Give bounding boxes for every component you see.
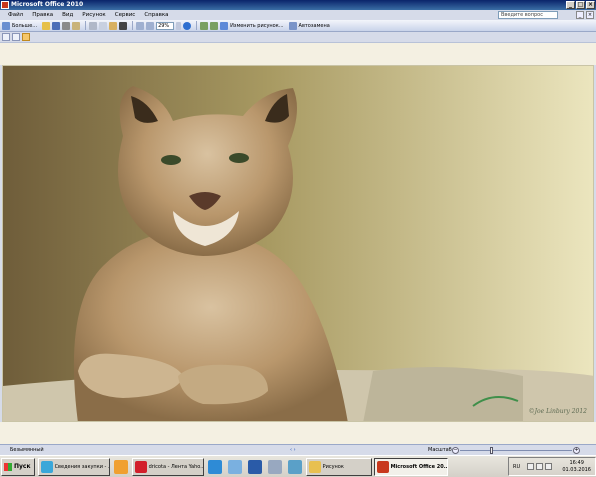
doc-close-button[interactable]: × <box>586 11 594 19</box>
doc-controls: _ × <box>576 11 594 19</box>
view-toolbar <box>0 32 596 42</box>
task-office-picture-manager-icon <box>376 460 389 473</box>
window-title: Microsoft Office 2010 <box>11 1 84 8</box>
zoom-track[interactable] <box>460 450 572 451</box>
ask-question-input[interactable]: Введите вопрос <box>498 11 558 19</box>
zoom-select[interactable]: 29% <box>156 21 175 30</box>
print-icon[interactable] <box>62 21 71 30</box>
start-label: Пуск <box>14 463 31 470</box>
close-button[interactable]: × <box>586 1 595 9</box>
menu-file[interactable]: Файл <box>8 12 23 18</box>
taskbar: Пуск Сведения закупки - ... dricota - Лен… <box>0 455 596 477</box>
task-calc-icon <box>287 459 302 474</box>
help-icon[interactable] <box>183 21 192 30</box>
minimize-button[interactable]: _ <box>566 1 575 9</box>
picture-canvas[interactable]: ©Joe Linbury 2012 <box>2 65 594 422</box>
task-label: Рисунок <box>322 463 344 470</box>
task-explorer[interactable] <box>266 458 284 476</box>
cougar-photo <box>3 66 593 421</box>
toolbar-separator <box>85 21 87 30</box>
task-outlook-icon <box>113 459 128 474</box>
standard-toolbar: Больше... 29% Изменить рисунок... Автоза… <box>0 20 596 32</box>
clock[interactable]: 16:49 01.03.2016 <box>562 460 591 474</box>
mail-icon[interactable] <box>72 21 81 30</box>
menu-picture[interactable]: Рисунок <box>82 12 105 18</box>
volume-icon[interactable] <box>545 463 552 470</box>
task-label: Сведения закупки - ... <box>54 463 110 470</box>
task-office-picture-manager[interactable]: Microsoft Office 20... <box>373 457 448 476</box>
task-folder-picture[interactable]: Рисунок <box>305 457 372 476</box>
edit-picture-icon[interactable] <box>220 21 229 30</box>
menu-edit[interactable]: Правка <box>32 12 53 18</box>
task-opera-icon <box>134 460 147 473</box>
zoom-slider[interactable]: − + <box>452 447 580 454</box>
task-tool[interactable] <box>226 458 244 476</box>
redo-icon[interactable] <box>146 21 155 30</box>
doc-minimize-button[interactable]: _ <box>576 11 584 19</box>
canvas-margin-top <box>0 42 596 65</box>
system-tray: RU 16:49 01.03.2016 <box>508 457 596 476</box>
task-word-icon <box>247 459 262 474</box>
task-list: Сведения закупки - ... dricota - Лента Ya… <box>37 457 450 476</box>
canvas-margin-bottom <box>0 422 596 444</box>
clock-time: 16:49 <box>569 460 584 466</box>
tray-icons <box>527 463 552 470</box>
autocorrect-icon[interactable] <box>288 21 297 30</box>
task-outlook[interactable] <box>112 458 130 476</box>
save-icon[interactable] <box>52 21 61 30</box>
task-chrome[interactable] <box>206 458 224 476</box>
rotate-right-icon[interactable] <box>210 21 219 30</box>
menu-help[interactable]: Справка <box>144 12 168 18</box>
zoom-in-icon[interactable]: + <box>573 447 580 454</box>
delete-icon[interactable] <box>119 21 128 30</box>
zoom-label: Масштаб: <box>428 447 454 453</box>
autocorrect-button[interactable]: Автозамена <box>299 23 330 29</box>
chevron-down-icon[interactable] <box>176 21 182 30</box>
maximize-button[interactable]: □ <box>576 1 585 9</box>
flag-icon[interactable] <box>536 463 543 470</box>
filmstrip-view-button[interactable] <box>12 33 20 41</box>
status-bar: Безымянный ‹ › Масштаб: − + <box>0 444 596 455</box>
task-calc[interactable] <box>286 458 304 476</box>
task-browser-procurement[interactable]: Сведения закупки - ... <box>37 457 110 476</box>
single-picture-view-button[interactable] <box>22 33 30 41</box>
paste-icon[interactable] <box>109 21 118 30</box>
document-name: Безымянный <box>10 447 44 453</box>
start-button[interactable]: Пуск <box>1 457 35 476</box>
task-word[interactable] <box>246 458 264 476</box>
app-icon[interactable] <box>1 1 9 9</box>
task-label: Microsoft Office 20... <box>390 463 448 470</box>
toolbar-separator <box>132 21 134 30</box>
zoom-out-icon[interactable]: − <box>452 447 459 454</box>
clock-date: 01.03.2016 <box>562 467 591 473</box>
window-controls: _ □ × <box>566 1 595 9</box>
thumbnail-view-button[interactable] <box>2 33 10 41</box>
windows-logo-icon <box>4 462 12 471</box>
task-browser-procurement-icon <box>40 460 53 473</box>
task-folder-picture-icon <box>308 460 321 473</box>
undo-icon[interactable] <box>136 21 145 30</box>
title-bar: Microsoft Office 2010 _ □ × <box>0 0 596 10</box>
open-icon[interactable] <box>42 21 51 30</box>
shortcuts-icon[interactable] <box>2 21 10 30</box>
menu-tools[interactable]: Сервис <box>115 12 136 18</box>
copy-icon[interactable] <box>99 21 108 30</box>
language-indicator[interactable]: RU <box>513 464 520 470</box>
task-chrome-icon <box>207 459 222 474</box>
photo-watermark: ©Joe Linbury 2012 <box>528 408 587 415</box>
rotate-left-icon[interactable] <box>200 21 209 30</box>
zoom-thumb[interactable] <box>490 447 494 454</box>
toolbar-separator <box>196 21 198 30</box>
task-label: dricota - Лента Yaho... <box>148 463 204 470</box>
task-opera[interactable]: dricota - Лента Yaho... <box>131 457 204 476</box>
bluetooth-icon[interactable] <box>527 463 534 470</box>
shortcuts-button[interactable]: Больше... <box>12 23 37 29</box>
task-explorer-icon <box>267 459 282 474</box>
edit-picture-button[interactable]: Изменить рисунок... <box>230 23 283 29</box>
picture-nav-arrows[interactable]: ‹ › <box>290 445 296 455</box>
task-tool-icon <box>227 459 242 474</box>
cut-icon[interactable] <box>89 21 98 30</box>
menu-view[interactable]: Вид <box>62 12 73 18</box>
